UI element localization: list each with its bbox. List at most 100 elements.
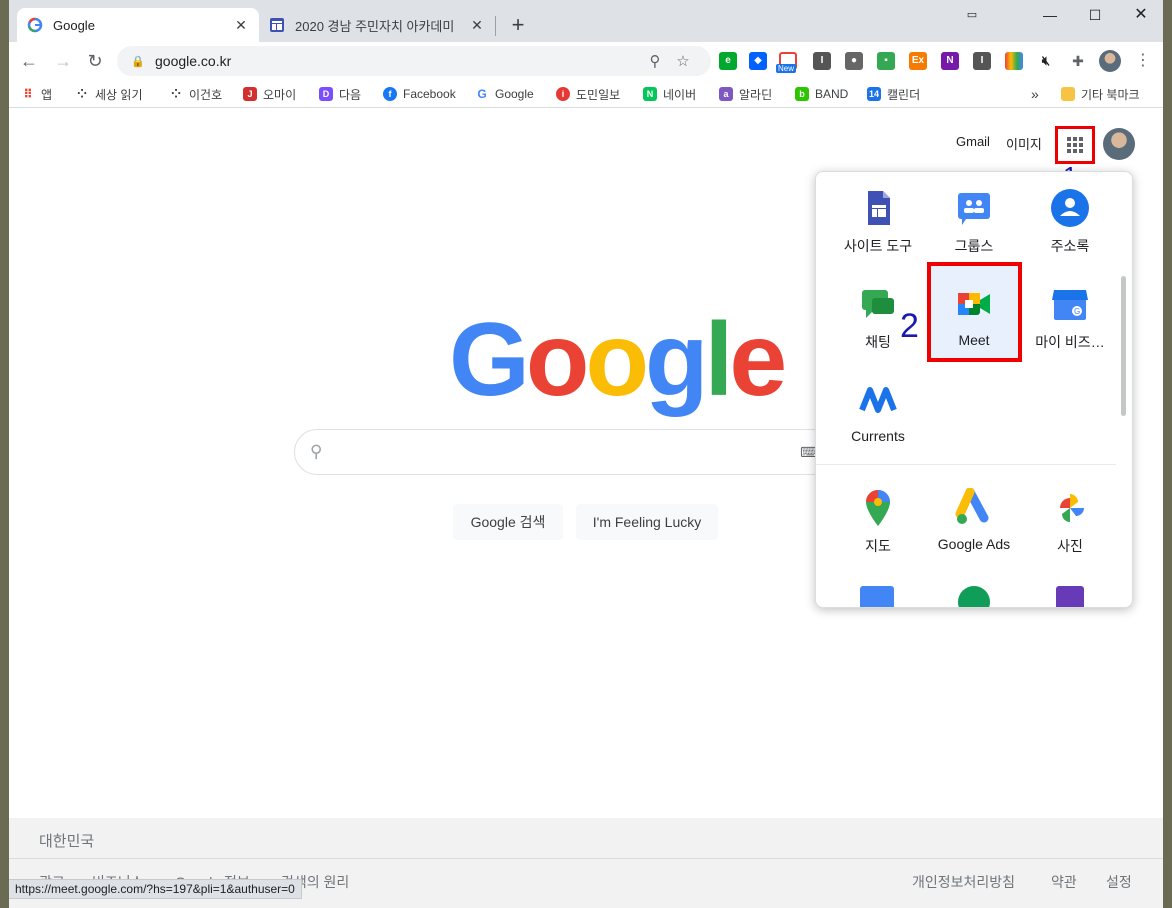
close-window-icon[interactable]: ✕ [1118, 0, 1163, 30]
menu-icon[interactable]: ⋮ [1129, 47, 1157, 75]
bookmark-label: BAND [815, 87, 849, 101]
status-bar-url: https://meet.google.com/?hs=197&pli=1&au… [9, 879, 302, 899]
app-label: 사진 [1057, 538, 1083, 554]
dots-icon: ⁘ [75, 87, 89, 101]
app-photos[interactable]: 사진 [1022, 472, 1118, 562]
country-text: 대한민국 [39, 833, 95, 850]
i-icon[interactable]: I [813, 52, 831, 70]
tab-academy[interactable]: 2020 경남 주민자치 아카데미 ✕ [259, 8, 495, 42]
app-sites[interactable]: 사이트 도구 [830, 172, 926, 262]
calendar-icon: 14 [867, 87, 881, 101]
bookmark-item[interactable]: N 네이버 [643, 84, 696, 104]
search-input[interactable]: ⚲ ⌨ [294, 429, 878, 475]
contacts-icon [1050, 188, 1090, 228]
business-icon: G [1050, 284, 1090, 324]
maximize-icon[interactable]: ☐ [1072, 0, 1118, 30]
footer-link[interactable]: 약관 [1051, 872, 1077, 892]
forward-icon[interactable]: → [49, 47, 77, 75]
domin-icon: i [556, 87, 570, 101]
svg-text:G: G [1074, 307, 1080, 316]
google-apps-panel: 사이트 도구 그룹스 주소록 채팅 Meet G 마이 비즈… Currents… [815, 171, 1133, 608]
apps-grid-icon: ⠿ [21, 87, 35, 101]
app-google-ads[interactable]: Google Ads [926, 472, 1022, 562]
star-icon[interactable]: ☆ [669, 52, 697, 70]
i2-icon[interactable]: I [973, 52, 991, 70]
green-icon[interactable]: ▪ [877, 52, 895, 70]
bookmark-label: 캘린더 [887, 87, 921, 102]
app-currents[interactable]: Currents [830, 364, 926, 454]
footer-link[interactable]: 개인정보처리방침 [912, 872, 1015, 892]
puzzle-icon[interactable]: ✚ [1069, 52, 1087, 70]
images-link[interactable]: 이미지 [1006, 134, 1042, 153]
bookmark-item[interactable]: i 도민일보 [556, 84, 620, 104]
bookmark-label: 다음 [339, 87, 362, 102]
meet-icon [954, 284, 994, 324]
bookmark-item[interactable]: ⁘ 이건호 [169, 84, 222, 104]
translate-icon[interactable] [860, 586, 894, 607]
app-maps[interactable]: 지도 [830, 472, 926, 562]
reload-icon[interactable]: ↻ [81, 47, 109, 75]
panel-scrollbar[interactable] [1121, 276, 1126, 416]
google-favicon-icon [27, 17, 43, 33]
tab-strip: Google ✕ 2020 경남 주민자치 아카데미 ✕ + ▭ — ☐ ✕ [9, 0, 1163, 42]
ads-icon [954, 487, 994, 528]
band-icon: b [795, 87, 809, 101]
profile-icon[interactable] [1099, 50, 1121, 72]
bookmark-apps[interactable]: ⠿ 앱 [21, 84, 52, 104]
google-search-button[interactable]: Google 검색 [453, 504, 563, 540]
ohmy-icon: J [243, 87, 257, 101]
chat-icon [858, 284, 898, 324]
gmail-link[interactable]: Gmail [956, 134, 990, 149]
bookmark-item[interactable]: ⁘ 세상 읽기 [75, 84, 143, 104]
bookmarks-bar: ⠿ 앱 ⁘ 세상 읽기 ⁘ 이건호 J 오마이 D 다음 f Facebook … [9, 80, 1163, 108]
app-my-business[interactable]: G 마이 비즈… [1022, 268, 1118, 358]
bookmarks-more[interactable]: » [1031, 84, 1039, 104]
google-icon: G [475, 87, 489, 101]
footer-link[interactable]: 설정 [1106, 872, 1132, 892]
daum-icon: D [319, 87, 333, 101]
app-meet[interactable]: Meet [926, 268, 1022, 358]
bookmark-item[interactable]: b BAND [795, 84, 848, 104]
bookmark-item[interactable]: f Facebook [383, 84, 456, 104]
forms-icon[interactable] [1056, 586, 1084, 607]
account-avatar[interactable] [1103, 128, 1135, 160]
dropbox-icon[interactable]: ◆ [749, 52, 767, 70]
close-tab-icon[interactable]: ✕ [469, 17, 485, 34]
address-bar[interactable]: 🔒 google.co.kr ⚲ ☆ [117, 46, 711, 76]
app-label: 사이트 도구 [843, 238, 913, 254]
tab-title: 2020 경남 주민자치 아카데미 [295, 18, 455, 34]
app-contacts[interactable]: 주소록 [1022, 172, 1118, 262]
ghost-icon[interactable]: ● [845, 52, 863, 70]
app-groups[interactable]: 그룹스 [926, 172, 1022, 262]
bookmark-item[interactable]: D 다음 [319, 84, 361, 104]
hangouts-icon[interactable] [958, 586, 990, 607]
location-icon[interactable]: ⚲ [641, 52, 669, 70]
onenote-icon[interactable]: N [941, 52, 959, 70]
bookmark-item[interactable]: J 오마이 [243, 84, 296, 104]
bookmark-label: 앱 [41, 87, 53, 102]
search-icon: ⚲ [310, 442, 323, 461]
tab-google[interactable]: Google ✕ [17, 8, 259, 42]
bookmark-item[interactable]: a 알라딘 [719, 84, 772, 104]
minimize-icon[interactable]: — [1027, 0, 1073, 30]
other-bookmarks[interactable]: 기타 북마크 [1061, 84, 1140, 104]
bookmark-label: 세상 읽기 [95, 87, 143, 102]
bookmark-item[interactable]: G Google [475, 84, 534, 104]
ex-icon[interactable]: Ex [909, 52, 927, 70]
app-label: Google Ads [937, 536, 1011, 552]
mute-icon[interactable]: 🔇︎ [1037, 52, 1055, 70]
panel-divider [816, 464, 1116, 465]
google-apps-button[interactable] [1055, 126, 1095, 164]
feeling-lucky-button[interactable]: I'm Feeling Lucky [576, 504, 718, 540]
bookmark-label: 이건호 [189, 87, 223, 102]
google-logo: Google [449, 302, 787, 418]
footer-country: 대한민국 [9, 818, 1163, 859]
color-icon[interactable] [1005, 52, 1023, 70]
bookmark-item[interactable]: 14 캘린더 [867, 84, 920, 104]
new-tab-icon[interactable]: + [505, 12, 531, 38]
evernote-icon[interactable]: e [719, 52, 737, 70]
google-homepage: Gmail 이미지 1 Google ⚲ ⌨ Google 검색 I'm Fee… [9, 109, 1163, 908]
back-icon[interactable]: ← [15, 47, 43, 75]
close-tab-icon[interactable]: ✕ [233, 17, 249, 34]
cast-icon[interactable]: ▭ [949, 0, 995, 30]
